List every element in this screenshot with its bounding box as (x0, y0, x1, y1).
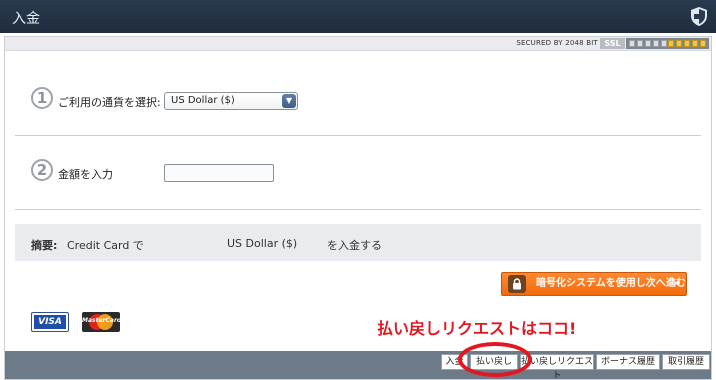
ssl-badge: SSL (600, 38, 625, 49)
summary-label: 摘要: (31, 239, 58, 252)
security-meter-segment (692, 40, 699, 47)
security-meter-segment (684, 40, 691, 47)
section-divider (15, 209, 701, 210)
security-meter-segment (644, 40, 651, 47)
security-meter-segment (676, 40, 683, 47)
visa-logo: VISA (31, 312, 69, 332)
security-meter-segment (628, 40, 635, 47)
currency-select-value: US Dollar ($) (171, 95, 235, 106)
summary-action: を入金する (327, 239, 382, 252)
chevron-down-icon[interactable]: ▼ (282, 94, 296, 108)
double-arrow-icon: » (673, 278, 680, 289)
lock-icon (508, 275, 526, 293)
step-2-label: 金額を入力 (58, 168, 113, 181)
currency-select[interactable]: US Dollar ($) ▼ (164, 92, 298, 110)
security-meter (626, 38, 709, 49)
mastercard-logo: MasterCard (82, 312, 122, 332)
secure-next-label: 暗号化システムを使用し次へ進む (536, 278, 686, 289)
section-divider (15, 135, 701, 136)
window-title: 入金 (12, 11, 40, 27)
security-meter-segment (652, 40, 659, 47)
security-meter-segment (660, 40, 667, 47)
step-1-circle: 1 (31, 87, 53, 109)
mastercard-logo-text: MasterCard (82, 317, 122, 324)
summary-method: Credit Card で (67, 239, 144, 252)
secure-next-button[interactable]: 暗号化システムを使用し次へ進む » (501, 272, 687, 296)
bottom-tab-bar: 入金 払い戻し 払い戻しリクエスト ボーナス履歴 取引履歴 (5, 351, 711, 380)
security-meter-segment (668, 40, 675, 47)
summary-bar: 摘要: Credit Card で US Dollar ($) を入金する (15, 224, 701, 261)
amount-input[interactable] (164, 164, 274, 182)
step-1-label: ご利用の通貨を選択: (58, 96, 161, 109)
deposit-panel: SECURED BY 2048 BIT SSL 1 ご利用の通貨を選択: US … (4, 36, 712, 380)
step-2-circle: 2 (31, 159, 53, 181)
shield-icon (691, 7, 707, 26)
security-meter-segment (699, 40, 706, 47)
visa-logo-text: VISA (34, 315, 66, 329)
refund-tab-highlight (458, 342, 532, 377)
security-bar: SECURED BY 2048 BIT SSL (5, 37, 711, 51)
security-meter-segment (636, 40, 643, 47)
secured-text: SECURED BY 2048 BIT (516, 39, 598, 47)
summary-currency: US Dollar ($) (227, 237, 298, 250)
tab-transaction-history[interactable]: 取引履歴 (662, 354, 710, 370)
window-titlebar: 入金 (0, 0, 716, 33)
tab-bonus-history[interactable]: ボーナス履歴 (596, 354, 660, 370)
refund-annotation: 払い戻しリクエストはココ! (377, 319, 577, 338)
